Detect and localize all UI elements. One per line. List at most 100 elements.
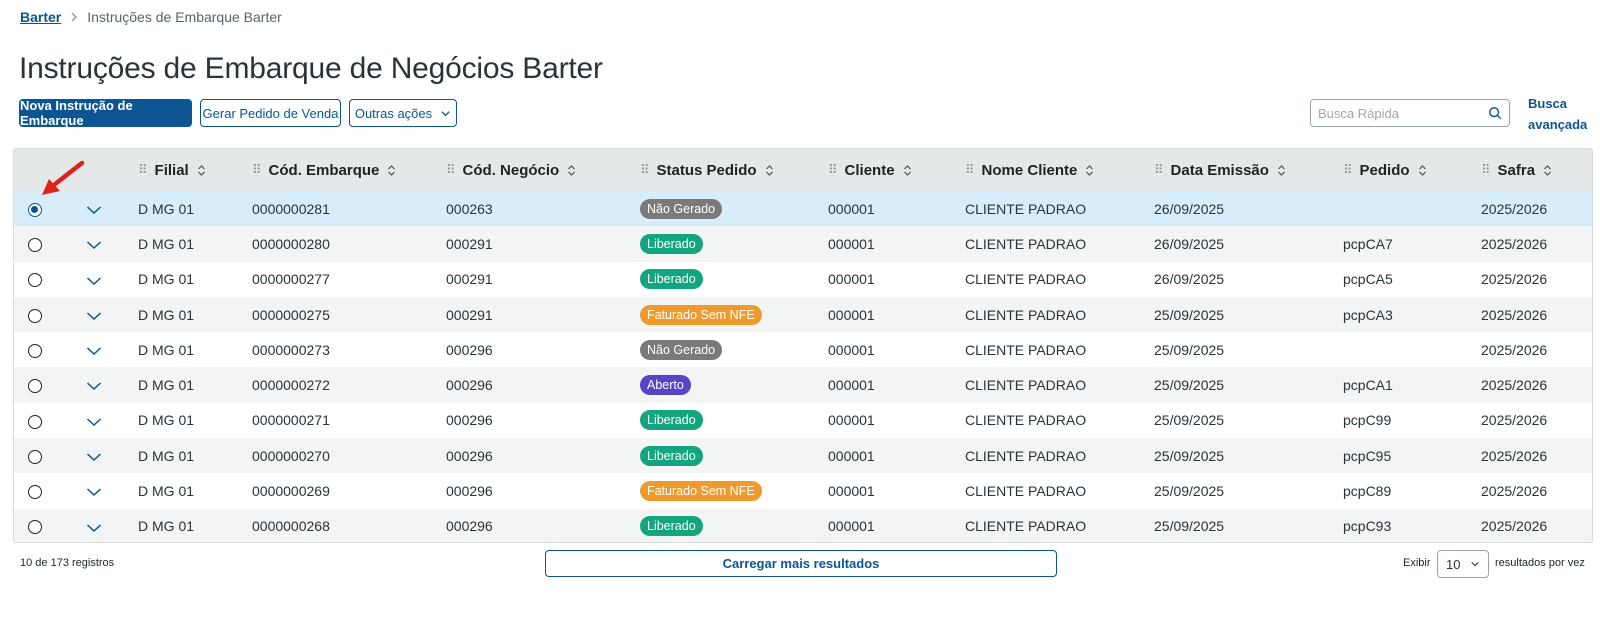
cell-filial: D MG 01: [138, 447, 195, 464]
chevron-down-icon[interactable]: [86, 311, 102, 321]
drag-handle-icon[interactable]: ⠿: [446, 162, 455, 178]
row-radio-button[interactable]: [28, 449, 42, 464]
cell-pedido: pcpC95: [1343, 447, 1392, 464]
table-row[interactable]: D MG 01 0000000273 000296 Não Gerado 000001 C…: [14, 332, 1592, 368]
sort-icon[interactable]: [387, 164, 396, 177]
cell-cliente: 000001: [828, 483, 875, 500]
row-select-cell: [14, 262, 74, 297]
table-row[interactable]: D MG 01 0000000281 000263 Não Gerado 000001 C…: [14, 191, 1592, 227]
cell-embarque: 0000000271: [252, 412, 330, 429]
sort-icon[interactable]: [1543, 164, 1552, 177]
quick-search-field[interactable]: [1310, 99, 1510, 127]
column-header-negocio[interactable]: ⠿ Cód. Negócio: [446, 149, 632, 191]
row-radio-button[interactable]: [28, 343, 42, 358]
breadcrumb-link-barter[interactable]: Barter: [20, 9, 61, 25]
chevron-down-icon[interactable]: [86, 276, 102, 286]
column-header-pedido[interactable]: ⠿ Pedido: [1337, 149, 1475, 191]
other-actions-button[interactable]: Outras ações: [349, 99, 457, 127]
cell-nome: CLIENTE PADRAO: [965, 235, 1087, 252]
chevron-down-icon[interactable]: [86, 452, 102, 462]
chevron-down-icon[interactable]: [86, 417, 102, 427]
chevron-down-icon[interactable]: [86, 205, 102, 215]
row-radio-button[interactable]: [28, 308, 42, 323]
chevron-down-icon[interactable]: [86, 487, 102, 497]
row-expand-cell: [74, 438, 126, 473]
drag-handle-icon[interactable]: ⠿: [965, 162, 974, 178]
status-badge: Liberado: [640, 233, 703, 254]
chevron-down-icon[interactable]: [86, 381, 102, 391]
table-row[interactable]: D MG 01 0000000272 000296 Aberto 000001 CLIEN…: [14, 367, 1592, 403]
generate-sales-order-button[interactable]: Gerar Pedido de Venda: [200, 99, 341, 127]
table-row[interactable]: D MG 01 0000000270 000296 Liberado 000001 CLI…: [14, 438, 1592, 474]
drag-handle-icon[interactable]: ⠿: [640, 162, 649, 178]
table-row[interactable]: D MG 01 0000000269 000296 Faturado Sem NFE 0…: [14, 473, 1592, 509]
column-header-safra[interactable]: ⠿ Safra: [1475, 149, 1592, 191]
row-radio-button[interactable]: [28, 238, 42, 253]
row-radio-button[interactable]: [28, 414, 42, 429]
table-row[interactable]: D MG 01 0000000277 000291 Liberado 000001 CLI…: [14, 261, 1592, 297]
sort-icon[interactable]: [765, 164, 774, 177]
sort-icon[interactable]: [903, 164, 912, 177]
row-expand-cell: [74, 226, 126, 261]
cell-status: Liberado: [632, 262, 822, 297]
column-header-label: Status Pedido: [656, 161, 757, 179]
table-row[interactable]: D MG 01 0000000271 000296 Liberado 000001 CLI…: [14, 402, 1592, 439]
sort-icon[interactable]: [567, 164, 576, 177]
row-radio-button[interactable]: [28, 379, 42, 394]
chevron-down-icon[interactable]: [86, 240, 102, 250]
table-row[interactable]: D MG 01 0000000280 000291 Liberado 000001 CLI…: [14, 226, 1592, 262]
drag-handle-icon[interactable]: ⠿: [1343, 162, 1352, 178]
advanced-search-label-2: avançada: [1528, 117, 1588, 132]
drag-handle-icon[interactable]: ⠿: [828, 162, 837, 178]
drag-handle-icon[interactable]: ⠿: [1481, 162, 1490, 178]
cell-nome: CLIENTE PADRAO: [965, 483, 1087, 500]
column-header-data[interactable]: ⠿ Data Emissão: [1148, 149, 1337, 191]
cell-data: 25/09/2025: [1154, 483, 1225, 500]
cell-status: Aberto: [632, 367, 822, 402]
sort-icon[interactable]: [1085, 164, 1094, 177]
cell-embarque: 0000000281: [252, 200, 330, 217]
new-shipping-instruction-button[interactable]: Nova Instrução de Embarque: [19, 98, 192, 128]
cell-negocio: 000296: [446, 412, 493, 429]
table-header-row: ⠿ Filial ⠿ Cód. Embarque ⠿ Cód. Negócio ⠿ Statu…: [14, 149, 1592, 191]
column-header-nome[interactable]: ⠿ Nome Cliente: [959, 149, 1148, 191]
row-select-cell: [14, 438, 74, 473]
per-page-select[interactable]: 10: [1437, 550, 1489, 578]
row-radio-button[interactable]: [28, 485, 42, 500]
drag-handle-icon[interactable]: ⠿: [138, 162, 147, 178]
row-radio-button[interactable]: [28, 520, 42, 535]
sort-icon[interactable]: [1277, 164, 1286, 177]
column-header-filial[interactable]: ⠿ Filial: [126, 149, 246, 191]
column-header-status[interactable]: ⠿ Status Pedido: [632, 149, 822, 191]
row-radio-button[interactable]: [28, 202, 42, 217]
cell-filial: D MG 01: [138, 412, 195, 429]
search-icon[interactable]: [1488, 106, 1502, 120]
column-header-label: Cód. Embarque: [268, 161, 380, 179]
column-header-label: Safra: [1497, 161, 1536, 179]
cell-filial: D MG 01: [138, 483, 195, 500]
column-header-cliente[interactable]: ⠿ Cliente: [822, 149, 959, 191]
chevron-down-icon[interactable]: [86, 346, 102, 356]
column-header-label: Pedido: [1359, 161, 1410, 179]
sort-icon[interactable]: [1418, 164, 1427, 177]
column-header-embarque[interactable]: ⠿ Cód. Embarque: [246, 149, 446, 191]
cell-safra: 2025/2026: [1481, 341, 1548, 358]
row-radio-button[interactable]: [28, 273, 42, 288]
quick-search-input[interactable]: [1318, 105, 1488, 121]
table-row[interactable]: D MG 01 0000000268 000296 Liberado 000001 CLI…: [14, 508, 1592, 542]
load-more-button[interactable]: Carregar mais resultados: [545, 550, 1057, 577]
row-select-cell: [14, 473, 74, 508]
cell-nome: CLIENTE PADRAO: [965, 447, 1087, 464]
cell-cliente: 000001: [828, 235, 875, 252]
drag-handle-icon[interactable]: ⠿: [1154, 162, 1163, 178]
drag-handle-icon[interactable]: ⠿: [252, 162, 261, 178]
sort-icon[interactable]: [197, 164, 206, 177]
breadcrumb-current: Instruções de Embarque Barter: [87, 9, 282, 25]
chevron-down-icon[interactable]: [86, 523, 102, 533]
column-header-label: Filial: [154, 161, 189, 179]
advanced-search-link[interactable]: Busca avançada: [1528, 93, 1588, 135]
cell-nome: CLIENTE PADRAO: [965, 377, 1087, 394]
cell-embarque: 0000000272: [252, 377, 330, 394]
cell-cliente: 000001: [828, 518, 875, 535]
table-row[interactable]: D MG 01 0000000275 000291 Faturado Sem NFE 0…: [14, 296, 1592, 333]
